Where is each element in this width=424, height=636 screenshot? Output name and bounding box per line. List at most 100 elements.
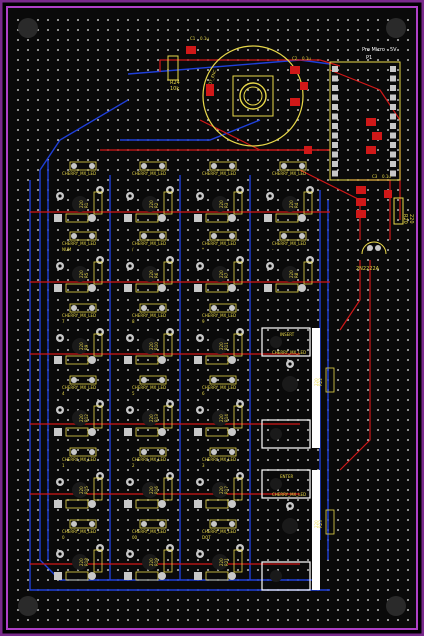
grid-dot — [247, 539, 249, 541]
grid-dot — [387, 149, 389, 151]
grid-dot — [237, 609, 239, 611]
stabilizer-hole — [270, 428, 282, 440]
grid-dot — [277, 539, 279, 541]
grid-dot — [147, 449, 149, 451]
grid-dot — [257, 309, 259, 311]
grid-dot — [367, 299, 369, 301]
grid-dot — [177, 299, 179, 301]
grid-dot — [57, 229, 59, 231]
diode-pad — [158, 356, 166, 364]
grid-dot — [207, 479, 209, 481]
grid-dot — [167, 39, 169, 41]
grid-dot — [107, 369, 109, 371]
grid-dot — [227, 509, 229, 511]
grid-dot — [247, 199, 249, 201]
grid-dot — [107, 559, 109, 561]
grid-dot — [137, 479, 139, 481]
grid-dot — [217, 29, 219, 31]
grid-dot — [207, 429, 209, 431]
grid-dot — [327, 129, 329, 131]
diode-pad — [124, 500, 132, 508]
grid-dot — [27, 559, 29, 561]
grid-dot — [257, 429, 259, 431]
grid-dot — [67, 99, 69, 101]
grid-dot — [397, 439, 399, 441]
grid-dot — [87, 569, 89, 571]
grid-dot — [127, 459, 129, 461]
grid-dot — [367, 529, 369, 531]
grid-dot — [117, 569, 119, 571]
grid-dot — [327, 579, 329, 581]
grid-dot — [397, 99, 399, 101]
grid-dot — [387, 549, 389, 551]
grid-dot — [357, 89, 359, 91]
switch-hole — [168, 474, 172, 478]
grid-dot — [137, 259, 139, 261]
grid-dot — [187, 249, 189, 251]
grid-dot — [277, 189, 279, 191]
grid-dot — [87, 279, 89, 281]
grid-dot — [357, 539, 359, 541]
switch-label: CHERRY_MX_LED — [202, 171, 236, 176]
grid-dot — [37, 109, 39, 111]
header-pin — [332, 85, 338, 91]
grid-dot — [117, 119, 119, 121]
grid-dot — [127, 49, 129, 51]
grid-dot — [127, 29, 129, 31]
grid-dot — [67, 469, 69, 471]
grid-dot — [37, 419, 39, 421]
grid-dot — [327, 69, 329, 71]
grid-dot — [177, 279, 179, 281]
smd-pad — [366, 146, 376, 154]
switch-hole — [198, 552, 202, 556]
grid-dot — [387, 119, 389, 121]
diode-pad — [228, 428, 236, 436]
grid-dot — [27, 459, 29, 461]
grid-dot — [117, 249, 119, 251]
grid-dot — [347, 259, 349, 261]
grid-dot — [297, 229, 299, 231]
grid-dot — [347, 19, 349, 21]
grid-dot — [237, 169, 239, 171]
grid-dot — [117, 229, 119, 231]
grid-dot — [277, 109, 279, 111]
grid-dot — [287, 499, 289, 501]
grid-dot — [297, 449, 299, 451]
grid-dot — [367, 559, 369, 561]
grid-dot — [347, 199, 349, 201]
grid-dot — [307, 159, 309, 161]
grid-dot — [307, 619, 309, 621]
grid-dot — [207, 179, 209, 181]
grid-dot — [127, 539, 129, 541]
grid-dot — [37, 289, 39, 291]
grid-dot — [227, 129, 229, 131]
grid-dot — [67, 259, 69, 261]
grid-dot — [207, 29, 209, 31]
grid-dot — [147, 329, 149, 331]
grid-dot — [247, 179, 249, 181]
resistor-value: 220 — [289, 200, 294, 208]
grid-dot — [367, 29, 369, 31]
grid-dot — [407, 99, 409, 101]
grid-dot — [347, 359, 349, 361]
grid-dot — [407, 89, 409, 91]
resistor-label: R4 — [294, 202, 299, 208]
grid-dot — [137, 79, 139, 81]
grid-dot — [407, 509, 409, 511]
grid-dot — [57, 239, 59, 241]
grid-dot — [247, 379, 249, 381]
grid-dot — [397, 289, 399, 291]
grid-dot — [207, 379, 209, 381]
grid-dot — [197, 189, 199, 191]
grid-dot — [167, 179, 169, 181]
led-pad — [89, 521, 95, 527]
resistor-label: R3 — [224, 202, 229, 208]
grid-dot — [97, 209, 99, 211]
grid-dot — [367, 359, 369, 361]
led-pad — [211, 449, 217, 455]
grid-dot — [187, 29, 189, 31]
grid-dot — [57, 459, 59, 461]
grid-dot — [407, 59, 409, 61]
resistor-label: R19 — [154, 558, 159, 566]
grid-dot — [227, 469, 229, 471]
